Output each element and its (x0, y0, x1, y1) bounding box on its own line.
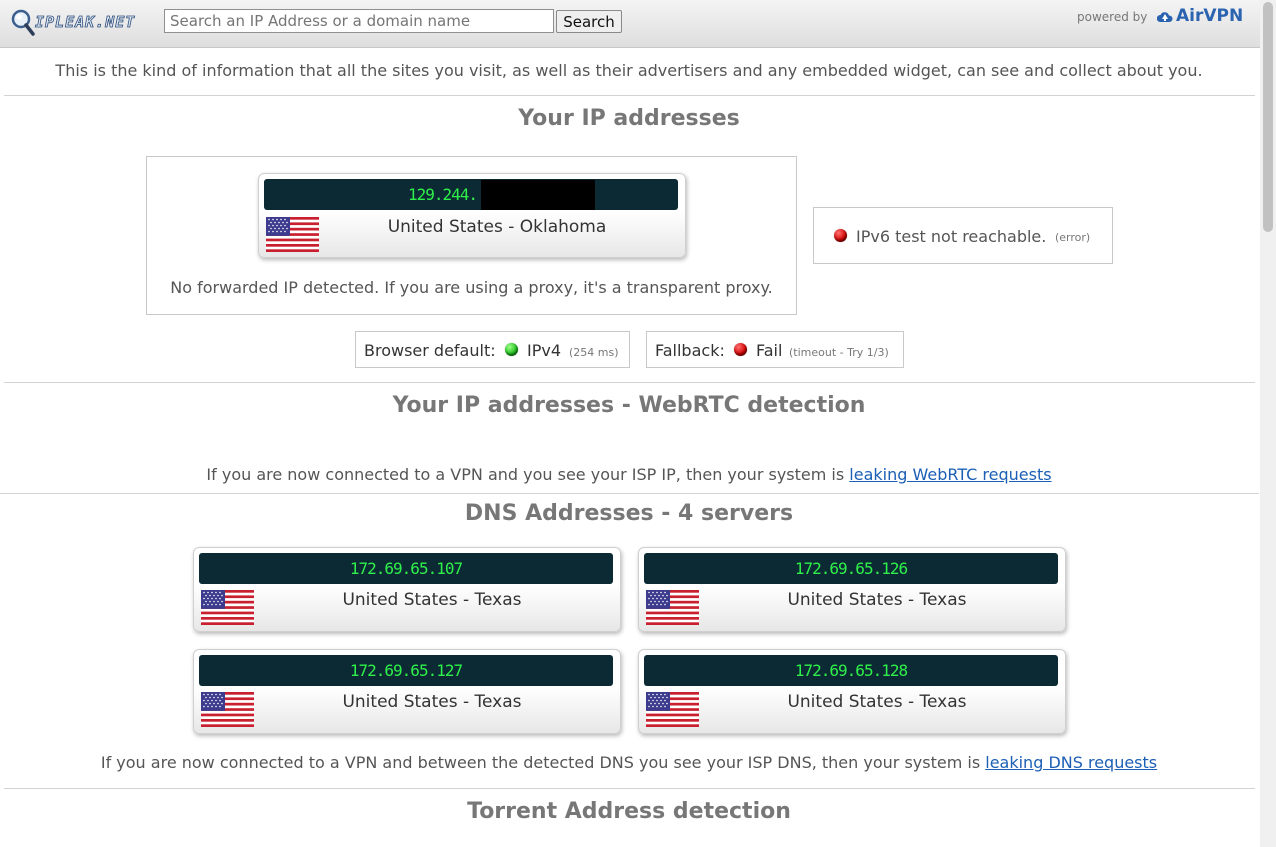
dns-ip-display: 172.69.65.126 (644, 553, 1058, 584)
ipv6-error-detail: (error) (1055, 231, 1091, 244)
green-status-dot-icon (505, 343, 518, 356)
us-flag-icon (646, 692, 699, 727)
dns-ip-display: 172.69.65.107 (199, 553, 613, 584)
dns-ip-display: 172.69.65.128 (644, 655, 1058, 686)
dns-note-text: If you are now connected to a VPN and be… (100, 753, 981, 772)
us-flag-icon (201, 692, 254, 727)
dns-leak-link[interactable]: leaking DNS requests (985, 753, 1157, 772)
dns-location: United States - Texas (787, 692, 967, 712)
top-bar: IPLEAK.NET Search powered by AirVPN (0, 0, 1260, 48)
dns-note: If you are now connected to a VPN and be… (0, 753, 1258, 772)
site-logo[interactable]: IPLEAK.NET (11, 8, 147, 38)
divider (4, 382, 1255, 383)
airvpn-cloud-icon (1157, 12, 1173, 22)
fallback-value: Fail (756, 341, 783, 360)
red-status-dot-icon (734, 343, 747, 356)
forwarded-ip-note: No forwarded IP detected. If you are usi… (170, 278, 773, 297)
dns-section-title: DNS Addresses - 4 servers (464, 501, 794, 526)
torrent-section-title: Torrent Address detection (467, 799, 791, 824)
browser-default-label: Browser default: (364, 341, 496, 360)
ip-card: 129.244. United States - Oklahoma (258, 173, 686, 258)
ip-section-title: Your IP addresses (518, 106, 740, 131)
webrtc-section-title: Your IP addresses - WebRTC detection (392, 393, 866, 418)
dns-ip-display: 172.69.65.127 (199, 655, 613, 686)
search-input[interactable] (164, 9, 554, 33)
divider (4, 95, 1255, 96)
airvpn-brand[interactable]: AirVPN (1176, 6, 1243, 26)
us-flag-icon (201, 590, 254, 625)
divider (4, 788, 1255, 789)
webrtc-note: If you are now connected to a VPN and yo… (0, 465, 1258, 484)
ip-location: United States - Oklahoma (387, 217, 607, 237)
logo-text: IPLEAK.NET (35, 13, 136, 32)
browser-default-value: IPv4 (527, 341, 562, 360)
intro-text: This is the kind of information that all… (55, 61, 1203, 80)
dns-location: United States - Texas (342, 692, 522, 712)
search-button[interactable]: Search (556, 10, 622, 33)
ipv6-status-text: IPv6 test not reachable. (856, 227, 1047, 246)
fallback-label: Fallback: (655, 341, 725, 360)
redaction-block (481, 180, 595, 210)
fallback-box: Fallback: Fail (timeout - Try 1/3) (646, 331, 904, 368)
ip-address: 129.244. (408, 185, 478, 204)
us-flag-icon (646, 590, 699, 625)
divider (0, 493, 1259, 494)
fallback-detail: (timeout - Try 1/3) (789, 346, 889, 359)
scrollbar-thumb[interactable] (1263, 2, 1273, 232)
powered-by-label: powered by (1077, 10, 1148, 24)
dns-server-card: 172.69.65.126 United States - Texas (638, 547, 1066, 632)
us-flag-icon (266, 217, 319, 252)
browser-default-detail: (254 ms) (569, 346, 619, 359)
dns-location: United States - Texas (342, 590, 522, 610)
browser-default-box: Browser default: IPv4 (254 ms) (355, 331, 630, 368)
magnifier-logo-icon (11, 9, 35, 36)
webrtc-leak-link[interactable]: leaking WebRTC requests (849, 465, 1051, 484)
red-status-dot-icon (834, 229, 847, 242)
dns-location: United States - Texas (787, 590, 967, 610)
ipv6-status-box: IPv6 test not reachable. (error) (813, 207, 1113, 264)
dns-server-card: 172.69.65.127 United States - Texas (193, 649, 621, 734)
webrtc-note-text: If you are now connected to a VPN and yo… (206, 465, 845, 484)
ip-display: 129.244. (264, 179, 678, 210)
dns-server-card: 172.69.65.128 United States - Texas (638, 649, 1066, 734)
dns-server-card: 172.69.65.107 United States - Texas (193, 547, 621, 632)
